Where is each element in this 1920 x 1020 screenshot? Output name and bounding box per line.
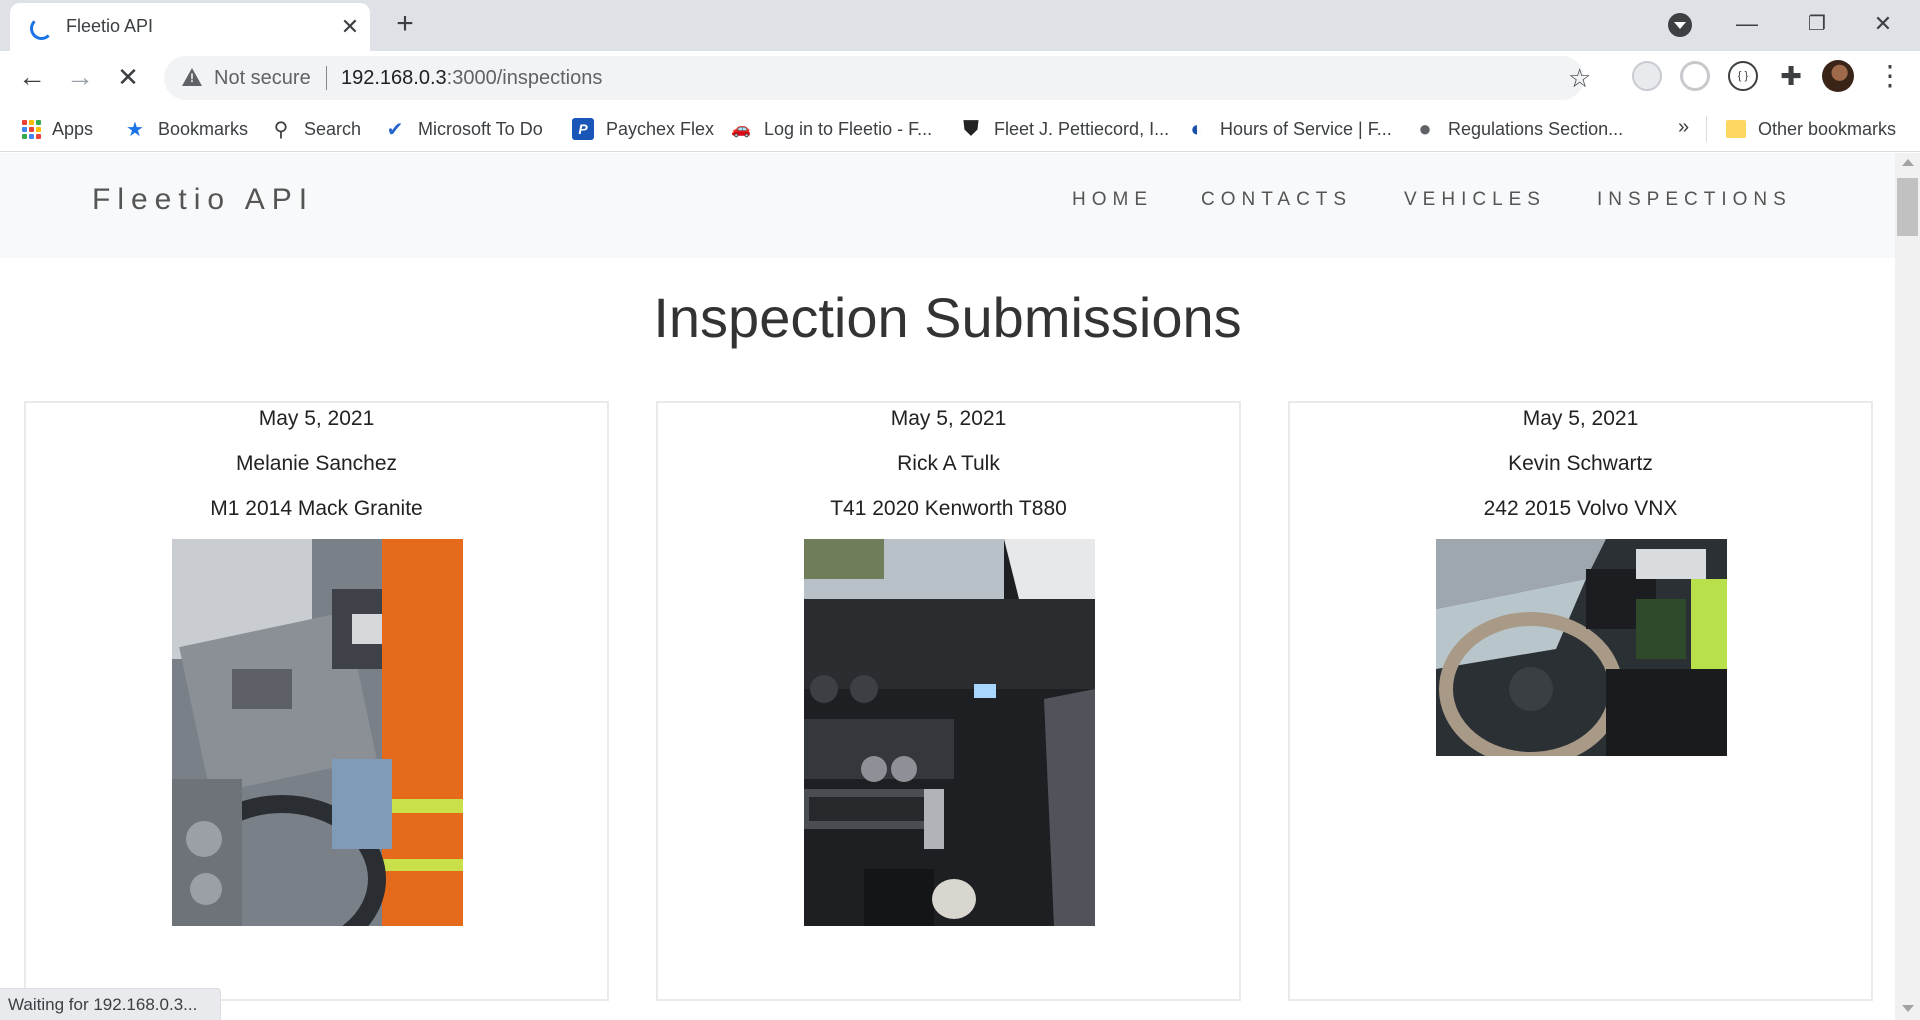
bookmark-label: Log in to Fleetio - F... [764,118,933,139]
truck-cab-interior-photo-3[interactable] [1436,539,1727,756]
bookmark-label: Microsoft To Do [418,118,543,139]
tab-strip: Fleetio API ✕ + — ❐ ✕ [0,0,1920,51]
scroll-down-arrow-icon[interactable] [1902,1005,1914,1012]
bookmark-label: Other bookmarks [1758,118,1897,139]
address-divider [326,66,327,90]
bookmark-fleetio-login[interactable]: 🚗 Log in to Fleetio - F... [730,116,932,142]
bookmark-microsoft-to-do[interactable]: ✔ Microsoft To Do [384,116,543,142]
browser-toolbar: ← → ✕ Not secure 192.168.0.3:3000/inspec… [0,51,1920,104]
globe-icon: ● [1418,116,1432,141]
bookmark-label: Paychex Flex [606,118,715,139]
bookmark-label: Search [304,118,362,139]
tab-search-icon[interactable] [1668,13,1692,37]
nav-contacts[interactable]: CONTACTS [1201,189,1352,211]
bookmark-paychex-flex[interactable]: P Paychex Flex [572,116,714,142]
bookmarks-overflow-button[interactable]: » [1678,116,1689,139]
bookmark-bookmarks[interactable]: ★ Bookmarks [124,116,248,142]
inspection-vehicle: T41 2020 Kenworth T880 [830,497,1067,520]
bookmark-label: Fleet J. Pettiecord, I... [994,118,1170,139]
bookmark-label: Hours of Service | F... [1220,118,1392,139]
url-path: :3000/inspections [446,67,603,89]
status-bubble: Waiting for 192.168.0.3... [0,988,221,1020]
url-host: 192.168.0.3 [341,67,447,89]
inspection-vehicle: 242 2015 Volvo VNX [1483,497,1678,520]
nav-vehicles[interactable]: VEHICLES [1404,189,1546,211]
tab-title: Fleetio API [66,16,154,36]
page-content: Fleetio API HOME CONTACTS VEHICLES INSPE… [0,153,1895,1020]
extension-code-icon[interactable]: { } [1728,61,1758,91]
loading-spinner-icon [30,17,53,40]
forward-button[interactable]: → [60,57,100,97]
inspection-driver: Melanie Sanchez [235,452,398,475]
nav-home[interactable]: HOME [1072,189,1153,211]
close-window-button[interactable]: ✕ [1856,4,1910,44]
url-text[interactable]: 192.168.0.3:3000/inspections [341,67,602,90]
other-bookmarks-folder[interactable]: Other bookmarks [1726,116,1896,142]
new-tab-button[interactable]: + [388,8,422,42]
extensions-puzzle-icon[interactable]: ✚ [1776,61,1806,91]
search-icon: ⚲ [273,118,289,141]
warning-icon[interactable] [182,68,202,86]
shield-icon: ⛊ [963,117,979,140]
extension-icon[interactable] [1632,61,1662,91]
inspection-date: May 5, 2021 [890,407,1007,430]
bookmark-label: Apps [52,118,94,139]
bookmarks-divider [1706,116,1707,142]
car-icon: 🚗 [731,121,751,138]
inspection-driver: Kevin Schwartz [1508,452,1653,475]
stop-loading-button[interactable]: ✕ [108,57,148,97]
security-label[interactable]: Not secure [214,67,311,90]
inspection-card[interactable]: May 5, 2021 Kevin Schwartz 242 2015 Volv… [1288,401,1873,1001]
minimize-button[interactable]: — [1720,4,1774,44]
star-icon: ★ [126,118,144,141]
bookmark-hours-of-service[interactable]: ◐ Hours of Service | F... [1186,116,1392,142]
bookmark-label: Regulations Section... [1448,118,1624,139]
back-button[interactable]: ← [12,57,52,97]
apps-grid-icon [20,118,42,140]
bookmarks-bar: Apps ★ Bookmarks ⚲ Search ✔ Microsoft To… [0,104,1920,152]
folder-icon [1726,120,1746,138]
site-navbar: Fleetio API HOME CONTACTS VEHICLES INSPE… [0,153,1895,258]
inspection-driver: Rick A Tulk [897,452,1000,475]
restore-button[interactable]: ❐ [1790,4,1844,44]
truck-cab-interior-photo-2[interactable] [804,539,1095,926]
dot-logo-icon: ◐ [1190,116,1204,141]
page-title: Inspection Submissions [653,286,1242,349]
bookmark-star-icon[interactable]: ☆ [1568,63,1591,93]
bookmark-search[interactable]: ⚲ Search [270,116,361,142]
inspection-vehicle: M1 2014 Mack Granite [210,497,423,520]
inspection-date: May 5, 2021 [1522,407,1639,430]
truck-cab-interior-photo-1[interactable] [172,539,463,926]
bookmark-label: Bookmarks [158,118,249,139]
bookmark-fleet-pettiecord[interactable]: ⛊ Fleet J. Pettiecord, I... [960,116,1170,142]
browser-tab[interactable]: Fleetio API ✕ [10,3,370,51]
extension-record-icon[interactable] [1680,61,1710,91]
inspection-card[interactable]: May 5, 2021 Melanie Sanchez M1 2014 Mack… [24,401,609,1001]
inspection-date: May 5, 2021 [258,407,375,430]
page-scrollbar[interactable] [1895,153,1920,1020]
profile-avatar[interactable] [1822,60,1854,92]
address-bar[interactable]: Not secure 192.168.0.3:3000/inspections … [164,56,1591,100]
bookmark-regulations[interactable]: ● Regulations Section... [1414,116,1623,142]
check-icon: ✔ [386,118,404,141]
tab-close-icon[interactable]: ✕ [336,13,364,41]
scroll-up-arrow-icon[interactable] [1902,159,1914,166]
paychex-icon: P [572,118,594,140]
inspection-card[interactable]: May 5, 2021 Rick A Tulk T41 2020 Kenwort… [656,401,1241,1001]
bookmark-apps[interactable]: Apps [20,116,93,142]
menu-kebab-icon[interactable]: ⋮ [1876,59,1904,95]
site-brand[interactable]: Fleetio API [92,183,314,217]
nav-inspections[interactable]: INSPECTIONS [1597,189,1792,211]
scrollbar-thumb[interactable] [1897,178,1918,236]
